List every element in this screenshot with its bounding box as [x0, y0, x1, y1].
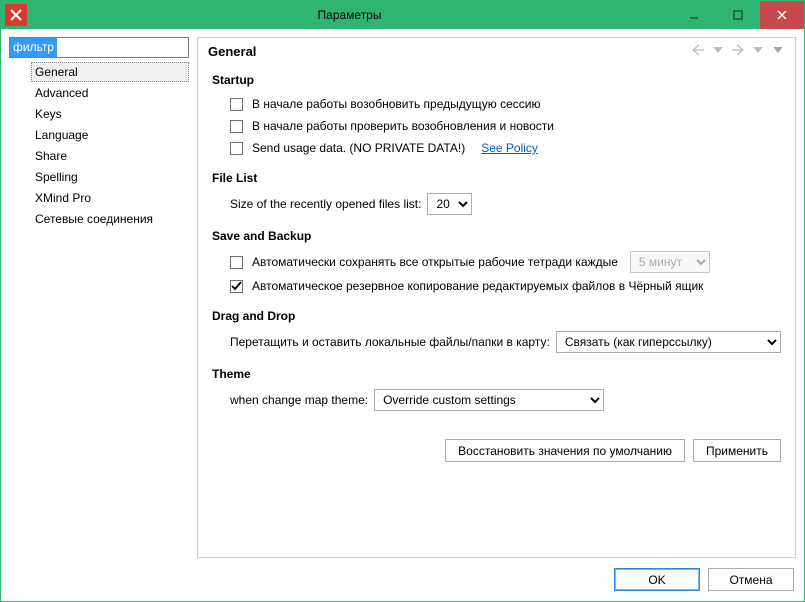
- window-controls: [672, 1, 804, 29]
- sidebar: фильтр // emulate selected text look Gen…: [9, 37, 189, 558]
- dragdrop-select[interactable]: Связать (как гиперссылку): [556, 331, 781, 353]
- section-theme-title: Theme: [212, 367, 781, 381]
- nav-back-icon[interactable]: [691, 44, 705, 59]
- nav-dropdown2-icon[interactable]: [751, 44, 765, 59]
- section-dragdrop-title: Drag and Drop: [212, 309, 781, 323]
- filelist-size-select[interactable]: 20: [427, 193, 472, 215]
- apply-button[interactable]: Применить: [693, 439, 781, 462]
- tree-item-language[interactable]: Language: [31, 125, 189, 145]
- checkbox-checked-icon[interactable]: [230, 280, 243, 293]
- opt-autosave[interactable]: Автоматически сохранять все открытые раб…: [230, 251, 781, 273]
- see-policy-link[interactable]: See Policy: [481, 139, 538, 157]
- opt-autosave-label: Автоматически сохранять все открытые раб…: [252, 253, 618, 271]
- autosave-interval-select: 5 минут: [630, 251, 710, 273]
- checkbox-icon[interactable]: [230, 98, 243, 111]
- nav-dropdown-icon[interactable]: [711, 44, 725, 59]
- opt-check-updates[interactable]: В начале работы проверить возобновления …: [230, 117, 781, 135]
- restore-defaults-button[interactable]: Восстановить значения по умолчанию: [445, 439, 685, 462]
- window-title: Параметры: [27, 8, 672, 22]
- filelist-size-row: Size of the recently opened files list: …: [230, 193, 781, 215]
- nav-menu-icon[interactable]: [771, 44, 785, 59]
- checkbox-icon[interactable]: [230, 120, 243, 133]
- history-nav: [691, 44, 785, 59]
- filelist-size-label: Size of the recently opened files list:: [230, 195, 421, 213]
- theme-row: when change map theme: Override custom s…: [230, 389, 781, 411]
- maximize-button[interactable]: [716, 1, 760, 29]
- opt-usage-label: Send usage data. (NO PRIVATE DATA!): [252, 139, 465, 157]
- titlebar: Параметры: [1, 1, 804, 29]
- panel-buttons: Восстановить значения по умолчанию Приме…: [198, 429, 795, 472]
- opt-check-label: В начале работы проверить возобновления …: [252, 117, 554, 135]
- opt-send-usage[interactable]: Send usage data. (NO PRIVATE DATA!) See …: [230, 139, 781, 157]
- tree-item-share[interactable]: Share: [31, 146, 189, 166]
- content: Startup В начале работы возобновить пред…: [198, 69, 795, 429]
- tree-item-keys[interactable]: Keys: [31, 104, 189, 124]
- window-body: фильтр // emulate selected text look Gen…: [1, 29, 804, 601]
- tree-item-advanced[interactable]: Advanced: [31, 83, 189, 103]
- section-filelist-title: File List: [212, 171, 781, 185]
- tree-item-xmindpro[interactable]: XMind Pro: [31, 188, 189, 208]
- cancel-button[interactable]: Отмена: [708, 568, 794, 591]
- tree-item-network[interactable]: Сетевые соединения: [31, 209, 189, 229]
- opt-resume-session[interactable]: В начале работы возобновить предыдущую с…: [230, 95, 781, 113]
- dialog-footer: OK Отмена: [9, 558, 796, 593]
- checkbox-icon[interactable]: [230, 142, 243, 155]
- nav-forward-icon[interactable]: [731, 44, 745, 59]
- filter-input[interactable]: [9, 37, 189, 58]
- top-area: фильтр // emulate selected text look Gen…: [9, 37, 796, 558]
- preferences-window: Параметры фильтр // emulate selected tex…: [0, 0, 805, 602]
- theme-label: when change map theme:: [230, 391, 368, 409]
- main-header: General: [198, 38, 795, 69]
- section-startup-title: Startup: [212, 73, 781, 87]
- page-title: General: [208, 44, 691, 59]
- app-icon: [5, 4, 27, 26]
- opt-blackbox[interactable]: Автоматическое резервное копирование ред…: [230, 277, 781, 295]
- tree-item-spelling[interactable]: Spelling: [31, 167, 189, 187]
- main-panel: General Startup В начале работы возобнов…: [197, 37, 796, 558]
- checkbox-icon[interactable]: [230, 256, 243, 269]
- dragdrop-label: Перетащить и оставить локальные файлы/па…: [230, 333, 550, 351]
- theme-select[interactable]: Override custom settings: [374, 389, 604, 411]
- ok-button[interactable]: OK: [614, 568, 700, 591]
- opt-blackbox-label: Автоматическое резервное копирование ред…: [252, 277, 703, 295]
- minimize-button[interactable]: [672, 1, 716, 29]
- category-tree: General Advanced Keys Language Share Spe…: [9, 58, 189, 230]
- tree-item-general[interactable]: General: [31, 62, 189, 82]
- close-button[interactable]: [760, 1, 804, 29]
- section-save-title: Save and Backup: [212, 229, 781, 243]
- dragdrop-row: Перетащить и оставить локальные файлы/па…: [230, 331, 781, 353]
- opt-resume-label: В начале работы возобновить предыдущую с…: [252, 95, 540, 113]
